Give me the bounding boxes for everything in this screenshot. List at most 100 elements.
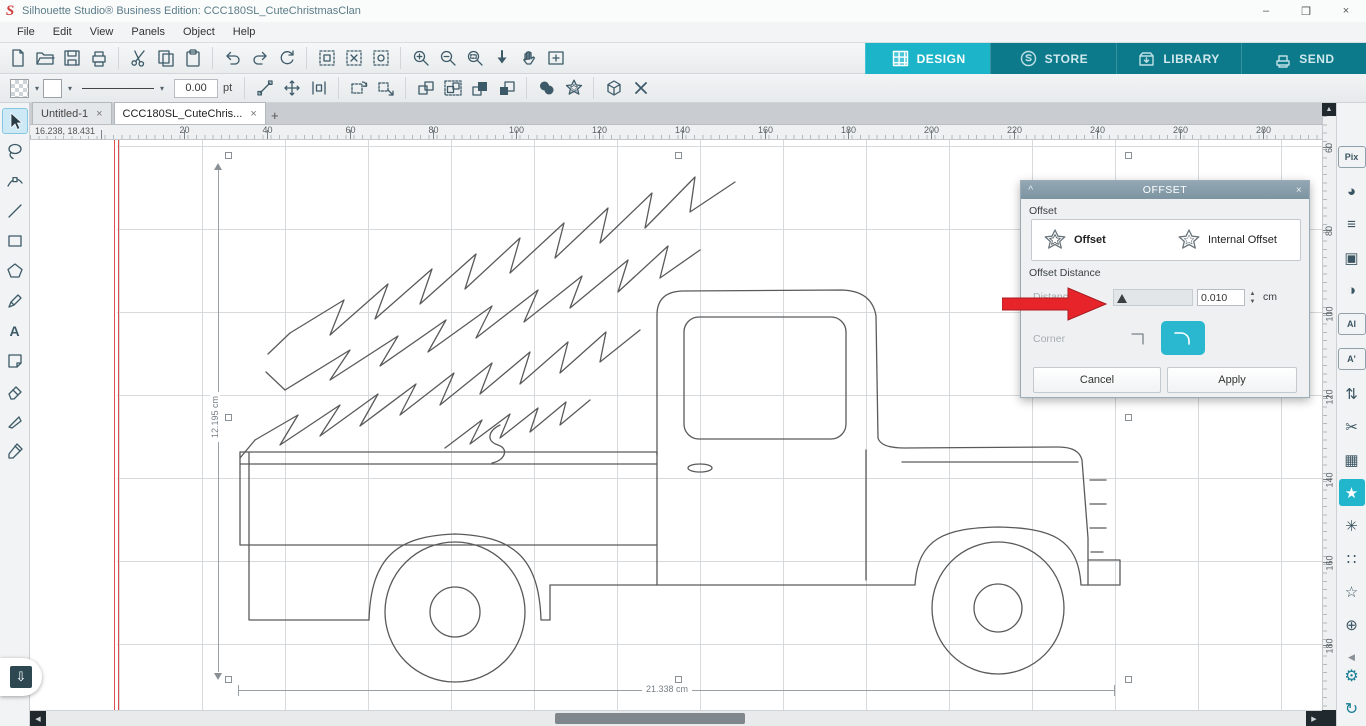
zoom-out-icon[interactable] — [434, 45, 461, 71]
redo-icon[interactable] — [246, 45, 273, 71]
stroke-width-input[interactable] — [174, 78, 219, 98]
slider-thumb[interactable] — [1117, 294, 1127, 303]
select-tool[interactable] — [1, 108, 28, 134]
fit-to-page-icon[interactable] — [542, 45, 569, 71]
spin-up-icon[interactable]: ▲ — [1250, 290, 1256, 298]
tab-send[interactable]: SEND — [1240, 43, 1366, 74]
distance-value-input[interactable] — [1197, 289, 1245, 306]
eyedropper-tool[interactable] — [2, 438, 28, 464]
modify-panel-icon[interactable]: ✂ — [1339, 413, 1365, 440]
eraser-tool[interactable] — [2, 378, 28, 404]
weld-icon[interactable] — [533, 75, 560, 101]
menu-item[interactable]: Edit — [44, 26, 81, 38]
move-point-icon[interactable] — [278, 75, 305, 101]
rotate-object-icon[interactable] — [345, 75, 372, 101]
scrollbar-thumb[interactable] — [555, 713, 745, 724]
group-icon[interactable] — [412, 75, 439, 101]
doc-tab-current[interactable]: CCC180SL_CuteChris... × — [113, 102, 266, 124]
distance-slider[interactable] — [1113, 289, 1193, 306]
line-color-caret-icon[interactable]: ▾ — [68, 84, 72, 93]
invert-selection-icon[interactable] — [367, 45, 394, 71]
tab-close-icon[interactable]: × — [96, 108, 102, 120]
horizontal-scrollbar[interactable]: ◀ ▶ — [30, 710, 1322, 726]
new-tab-button[interactable]: + — [266, 106, 284, 124]
selection-handle[interactable] — [225, 414, 232, 421]
sync-icon[interactable]: ↻ — [1339, 695, 1365, 722]
menu-item[interactable]: File — [8, 26, 44, 38]
tab-store[interactable]: STORE — [990, 43, 1115, 74]
offset-panel-icon[interactable]: ★ — [1338, 479, 1365, 506]
cancel-button[interactable]: Cancel — [1033, 367, 1161, 393]
menu-item[interactable]: Panels — [122, 26, 174, 38]
fill-color-panel-icon[interactable]: ◕ — [1339, 178, 1365, 205]
offset-option[interactable]: Offset — [1032, 227, 1166, 253]
shade-panel-icon[interactable]: ◑ — [1339, 277, 1365, 304]
trace-panel-icon[interactable]: ▣ — [1339, 244, 1365, 271]
pixscan-panel-icon[interactable]: Pix — [1337, 146, 1366, 168]
deselect-icon[interactable] — [340, 45, 367, 71]
tab-close-icon[interactable]: × — [250, 108, 256, 120]
tab-library[interactable]: LIBRARY — [1115, 43, 1241, 74]
knife-tool[interactable] — [2, 408, 28, 434]
ungroup-icon[interactable] — [439, 75, 466, 101]
undo-icon[interactable] — [219, 45, 246, 71]
panel-collapse-icon[interactable]: ^ — [1021, 185, 1041, 196]
library-drawer-handle[interactable]: ⇩ — [0, 658, 42, 696]
menu-item[interactable]: Object — [174, 26, 224, 38]
line-style-select[interactable]: ▾ — [78, 84, 164, 93]
selection-handle[interactable] — [675, 152, 682, 159]
delete-icon[interactable] — [627, 75, 654, 101]
open-file-icon[interactable] — [31, 45, 58, 71]
close-icon[interactable]: × — [1326, 0, 1366, 22]
preferences-gear-icon[interactable]: ⚙ — [1339, 662, 1365, 689]
line-color-swatch[interactable] — [39, 75, 66, 101]
scroll-left-button[interactable]: ◀ — [30, 711, 46, 726]
rhinestone-panel-icon[interactable]: ∷ — [1339, 545, 1365, 572]
menu-item[interactable]: View — [81, 26, 123, 38]
new-document-icon[interactable] — [4, 45, 31, 71]
print-icon[interactable] — [85, 45, 112, 71]
emboss-panel-icon[interactable]: ✳ — [1339, 512, 1365, 539]
offset-tool-icon[interactable] — [560, 75, 587, 101]
line-tool[interactable] — [2, 198, 28, 224]
maximize-icon[interactable]: ❒ — [1286, 0, 1326, 22]
extrude-3d-icon[interactable] — [600, 75, 627, 101]
tab-design[interactable]: DESIGN — [865, 43, 991, 74]
menu-item[interactable]: Help — [224, 26, 265, 38]
internal-offset-option[interactable]: Internal Offset — [1166, 227, 1300, 253]
replicate-panel-icon[interactable]: ▦ — [1339, 446, 1365, 473]
zoom-drawing-icon[interactable] — [488, 45, 515, 71]
text-tool[interactable]: A — [2, 318, 28, 344]
cut-icon[interactable] — [125, 45, 152, 71]
transform-panel-icon[interactable]: ⇅ — [1339, 380, 1365, 407]
paste-icon[interactable] — [179, 45, 206, 71]
doc-tab-untitled[interactable]: Untitled-1 × — [32, 102, 112, 124]
spin-down-icon[interactable]: ▼ — [1250, 298, 1256, 306]
scroll-up-button[interactable]: ▲ — [1322, 103, 1336, 116]
distance-spinner[interactable]: ▲ ▼ — [1247, 288, 1258, 307]
selection-handle[interactable] — [1125, 152, 1132, 159]
line-style-panel-icon[interactable]: ≡ — [1339, 211, 1365, 238]
edit-points-tool[interactable] — [2, 168, 28, 194]
distribute-icon[interactable] — [305, 75, 332, 101]
corner-round-button[interactable] — [1161, 321, 1205, 355]
scale-object-icon[interactable] — [372, 75, 399, 101]
minimize-icon[interactable]: – — [1246, 0, 1286, 22]
selection-handle[interactable] — [1125, 676, 1132, 683]
line-segment-icon[interactable] — [251, 75, 278, 101]
puzzle-panel-icon[interactable]: ⊕ — [1339, 611, 1365, 638]
rectangle-tool[interactable] — [2, 228, 28, 254]
corner-sharp-button[interactable] — [1123, 323, 1153, 353]
scroll-right-button[interactable]: ▶ — [1306, 711, 1322, 726]
select-all-icon[interactable] — [313, 45, 340, 71]
copy-icon[interactable] — [152, 45, 179, 71]
offset-dialog-header[interactable]: ^ OFFSET × — [1021, 181, 1309, 199]
save-icon[interactable] — [58, 45, 85, 71]
apply-button[interactable]: Apply — [1167, 367, 1297, 393]
fill-color-swatch[interactable] — [6, 75, 33, 101]
pan-hand-icon[interactable] — [515, 45, 542, 71]
selection-handle[interactable] — [675, 676, 682, 683]
zoom-selection-icon[interactable] — [461, 45, 488, 71]
design-canvas[interactable]: 12.195 cm 21.338 cm ^ OFFSET × Offset Of… — [30, 140, 1322, 710]
refresh-icon[interactable] — [273, 45, 300, 71]
